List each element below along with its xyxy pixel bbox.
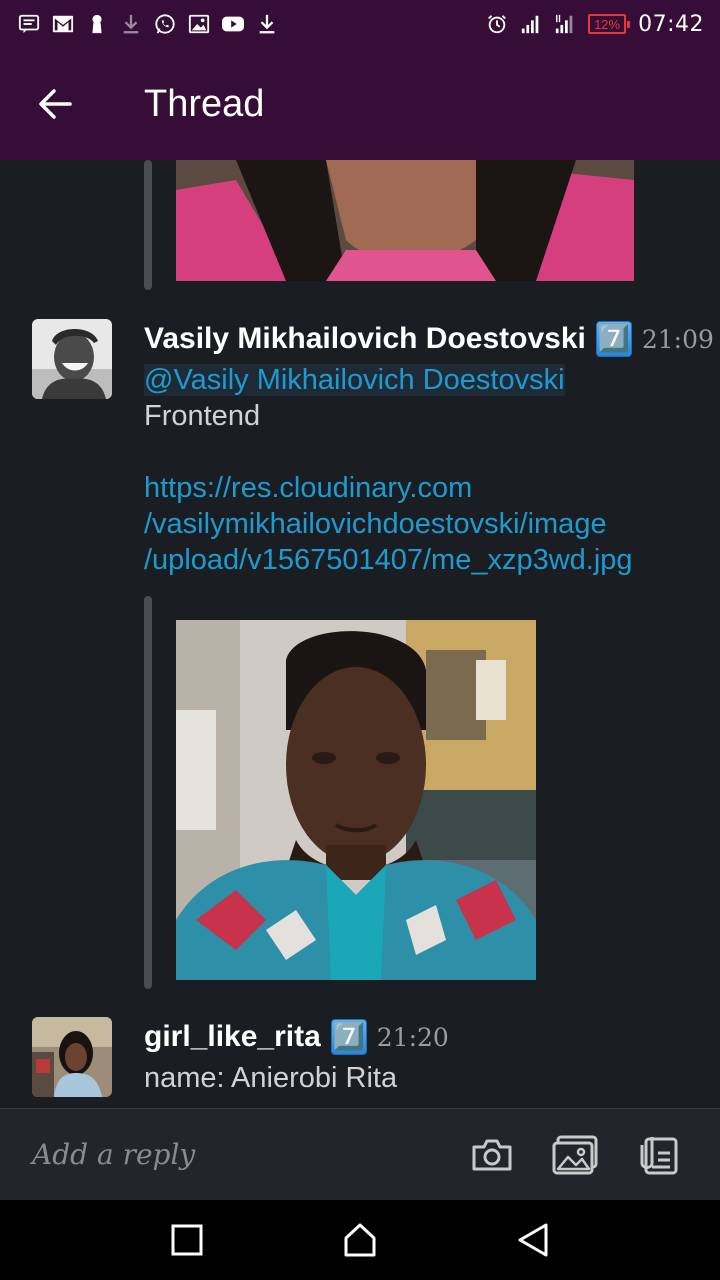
battery-icon: 12% xyxy=(588,14,631,34)
image-icon xyxy=(188,13,210,35)
camera-icon[interactable] xyxy=(468,1131,516,1179)
status-bar: 12% 07:42 xyxy=(0,0,720,48)
author-name[interactable]: girl_like_rita xyxy=(144,1020,321,1054)
reply-composer: Add a reply xyxy=(0,1108,720,1200)
reply-input[interactable]: Add a reply xyxy=(32,1138,195,1171)
clock: 07:42 xyxy=(638,11,704,37)
youtube-icon xyxy=(222,13,244,35)
back-button[interactable] xyxy=(20,68,92,140)
message-header: Vasily Mikhailovich Doestovski 7️⃣ 21:09 xyxy=(144,319,714,359)
recents-icon[interactable] xyxy=(157,1210,217,1270)
files-icon[interactable] xyxy=(636,1131,684,1179)
gallery-icon[interactable] xyxy=(552,1131,600,1179)
attachment-quote-bar xyxy=(144,596,152,989)
home-icon[interactable] xyxy=(330,1210,390,1270)
signal-icon xyxy=(554,13,576,35)
message-time: 21:09 xyxy=(641,324,714,354)
author-name[interactable]: Vasily Mikhailovich Doestovski xyxy=(144,322,586,356)
message-body: @Vasily Mikhailovich Doestovski Frontend… xyxy=(144,362,704,578)
user-mention[interactable]: @Vasily Mikhailovich Doestovski xyxy=(144,364,565,396)
message-link[interactable]: https://res.cloudinary.com xyxy=(144,470,704,506)
thread-feed[interactable]: Vasily Mikhailovich Doestovski 7️⃣ 21:09… xyxy=(0,160,720,1108)
message-icon xyxy=(18,13,40,35)
app-bar: Thread xyxy=(0,48,720,160)
keycap-seven-emoji: 7️⃣ xyxy=(595,321,632,357)
download-icon xyxy=(256,13,278,35)
whatsapp-icon xyxy=(154,13,176,35)
message-header: girl_like_rita 7️⃣ 21:20 xyxy=(144,1017,449,1057)
page-title: Thread xyxy=(144,82,265,125)
back-icon[interactable] xyxy=(503,1210,563,1270)
message-link[interactable]: /upload/v1567501407/me_xzp3wd.jpg xyxy=(144,542,704,578)
avatar[interactable] xyxy=(32,1017,112,1097)
arrow-left-icon xyxy=(39,89,72,119)
attachment-image[interactable] xyxy=(176,620,536,980)
system-nav-bar xyxy=(0,1200,720,1280)
message-text: Frontend xyxy=(144,400,261,432)
alarm-icon xyxy=(486,13,508,35)
avatar[interactable] xyxy=(32,319,112,399)
message-link[interactable]: /vasilymikhailovichdoestovski/image xyxy=(144,506,704,542)
download-icon xyxy=(120,13,142,35)
message-text: name: Anierobi Rita xyxy=(144,1062,398,1094)
attachment-image[interactable] xyxy=(176,160,634,281)
keycap-seven-emoji: 7️⃣ xyxy=(330,1019,367,1055)
signal-icon xyxy=(520,13,542,35)
message-body: name: Anierobi Rita xyxy=(144,1060,704,1096)
gmail-icon xyxy=(52,13,74,35)
attachment-quote-bar xyxy=(144,160,152,290)
message-time: 21:20 xyxy=(376,1022,449,1052)
keyhole-icon xyxy=(86,13,108,35)
